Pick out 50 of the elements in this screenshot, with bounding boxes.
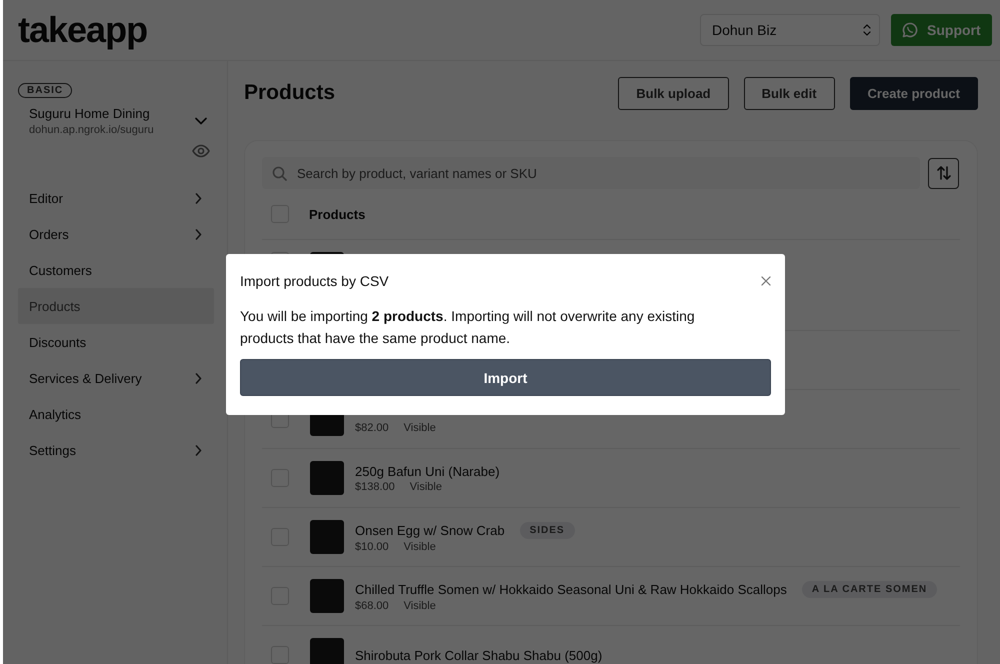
dialog-title: Import products by CSV [240,273,389,289]
product-price: $68.00 [355,600,389,612]
visibility-status: Visible [404,422,436,434]
sort-arrows-icon [936,165,952,181]
sidebar-item[interactable]: Editor [18,180,214,216]
sidebar-item[interactable]: Analytics [18,396,214,432]
product-name[interactable]: Chilled Truffle Somen w/ Hokkaido Seasonal Uni & Raw Hokkaido Scallops [355,582,787,596]
product-price: $82.00 [355,422,389,434]
store-select[interactable]: Dohun Biz [700,14,880,46]
plan-badge: BASIC [18,83,72,98]
search-icon [272,166,287,181]
sidebar-item[interactable]: Products [18,288,214,324]
chat-bubble-icon [902,22,918,38]
close-icon [761,276,771,286]
store-url: dohun.ap.ngrok.io/suguru [29,124,154,136]
eye-icon [192,144,210,158]
product-name[interactable]: Onsen Egg w/ Snow Crab [355,522,505,538]
action-button[interactable]: Create product [850,76,978,110]
category-tag: SIDES [520,522,575,538]
category-tag: A LA CARTE SOMEN [802,580,938,598]
store-name: Suguru Home Dining [29,106,151,121]
sort-button[interactable] [928,158,959,188]
page-title: Products [244,81,336,105]
dialog-message: You will be importing 2 products. Importing will not overwrite any existing products that have the same product name. [240,307,696,348]
column-header: Products [309,206,366,222]
close-button[interactable] [761,276,771,286]
logo: takeapp [18,9,148,51]
chevron-down-icon [195,117,207,125]
product-name[interactable]: 250g Bafun Uni (Narabe) [355,464,500,478]
photo-placeholder [310,579,344,613]
sidebar-item[interactable]: Services & Delivery [18,360,214,396]
sidebar-item[interactable]: Settings [18,432,214,468]
visibility-status: Visible [410,480,442,492]
action-button[interactable]: Bulk edit [744,76,835,110]
photo-placeholder [310,520,344,554]
visibility-status: Visible [404,540,436,552]
product-price: $10.00 [355,540,389,552]
sidebar-item[interactable]: Orders [18,216,214,252]
photo-placeholder [310,638,344,664]
search-field[interactable]: Search by product, variant names or SKU [262,157,920,189]
visibility-status: Visible [404,600,436,612]
photo-placeholder [310,461,344,495]
action-button[interactable]: Bulk upload [618,76,729,110]
updown-chevron-icon [863,23,871,37]
sidebar-item[interactable]: Discounts [18,324,214,360]
import-button[interactable]: Import [240,359,771,396]
sidebar-item[interactable]: Customers [18,252,214,288]
product-name[interactable]: Shirobuta Pork Collar Shabu Shabu (500g) [355,648,602,662]
support-button[interactable]: Support [891,14,992,46]
product-price: $138.00 [355,480,395,492]
